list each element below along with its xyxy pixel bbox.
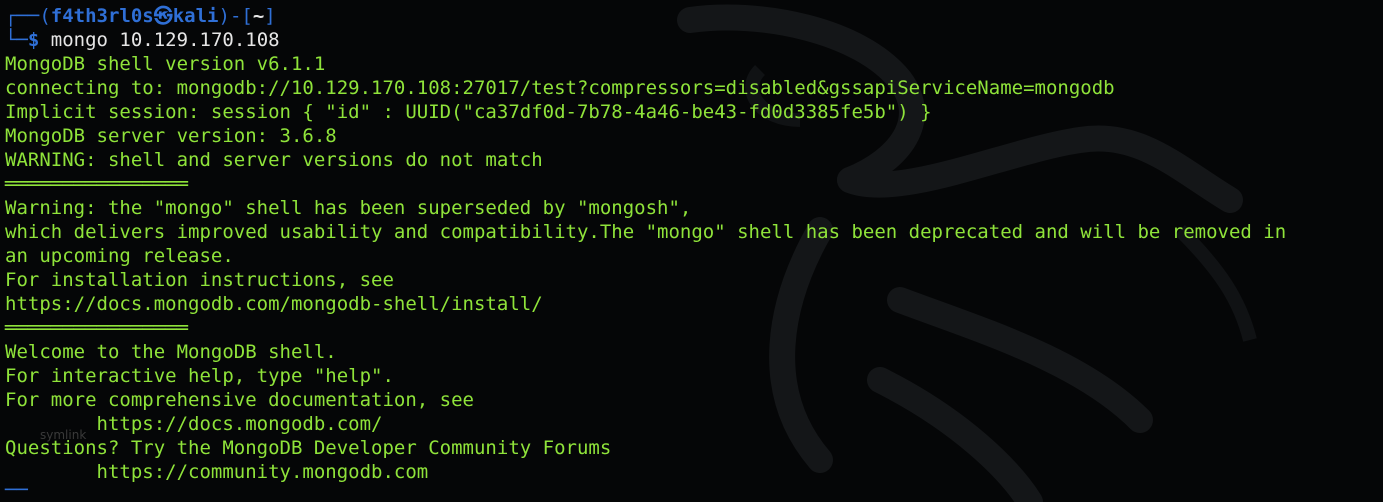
prompt-dir: ~ xyxy=(252,5,265,27)
prompt-at-icon: ㉿ xyxy=(153,5,173,27)
prompt-frame-top: ┌──( xyxy=(5,5,51,27)
prompt-frame-mid: )-[ xyxy=(218,5,253,27)
terminal-window[interactable]: ┌──(f4th3rl0s㉿kali)-[~] └─$ mongo 10.129… xyxy=(0,0,1383,502)
prompt-dollar: $ xyxy=(27,29,40,51)
prompt-host: kali xyxy=(172,5,219,27)
prompt-user: f4th3rl0s xyxy=(50,5,154,27)
output-line: Warning: the "mongo" shell has been supe… xyxy=(5,197,692,219)
next-prompt-fragment: ── xyxy=(5,479,28,501)
output-line: connecting to: mongodb://10.129.170.108:… xyxy=(5,77,1115,99)
output-line: which delivers improved usability and co… xyxy=(5,221,1287,243)
output-line: For more comprehensive documentation, se… xyxy=(5,389,474,411)
output-link[interactable]: https://docs.mongodb.com/ xyxy=(5,412,1383,436)
separator-line: ════════════════ xyxy=(5,173,189,195)
desktop-icon-label: symlink xyxy=(40,428,87,442)
separator-line: ════════════════ xyxy=(5,317,189,339)
output-line: Questions? Try the MongoDB Developer Com… xyxy=(5,437,612,459)
output-line: MongoDB server version: 3.6.8 xyxy=(5,125,337,147)
output-line: For interactive help, type "help". xyxy=(5,365,394,387)
prompt-frame-bottom: └─ xyxy=(5,29,28,51)
output-line: MongoDB shell version v6.1.1 xyxy=(5,53,326,75)
output-line: Welcome to the MongoDB shell. xyxy=(5,341,337,363)
output-link[interactable]: https://docs.mongodb.com/mongodb-shell/i… xyxy=(5,292,1383,316)
output-link[interactable]: https://community.mongodb.com xyxy=(5,460,1383,484)
command-text[interactable]: mongo 10.129.170.108 xyxy=(51,29,280,51)
terminal-output: ┌──(f4th3rl0s㉿kali)-[~] └─$ mongo 10.129… xyxy=(5,4,1383,484)
output-line: Implicit session: session { "id" : UUID(… xyxy=(5,101,932,123)
output-line: WARNING: shell and server versions do no… xyxy=(5,149,543,171)
prompt-line-command: └─$ mongo 10.129.170.108 xyxy=(5,28,1383,52)
output-line: For installation instructions, see xyxy=(5,269,394,291)
prompt-line-top: ┌──(f4th3rl0s㉿kali)-[~] xyxy=(5,4,1383,28)
prompt-frame-end: ] xyxy=(264,5,276,27)
output-line: an upcoming release. xyxy=(5,245,234,267)
